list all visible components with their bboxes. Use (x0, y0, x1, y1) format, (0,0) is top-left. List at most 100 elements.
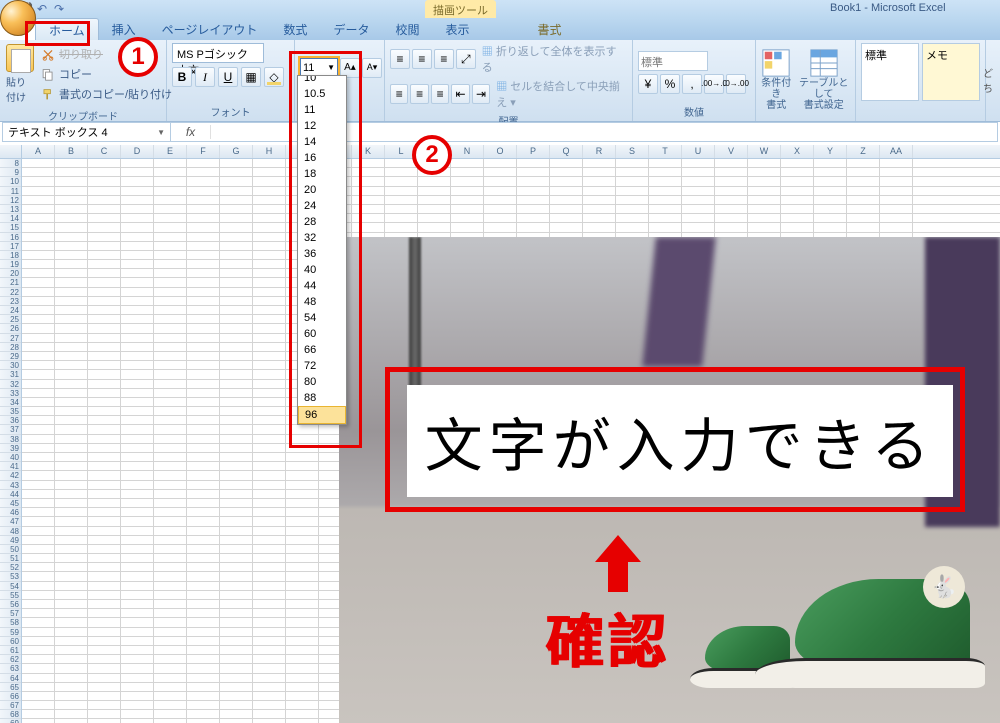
column-header[interactable]: T (649, 145, 682, 158)
undo-icon[interactable]: ↶ (35, 2, 49, 16)
column-header[interactable]: G (220, 145, 253, 158)
row-header[interactable]: 56 (0, 600, 21, 609)
row-header[interactable]: 25 (0, 315, 21, 324)
row-header[interactable]: 20 (0, 269, 21, 278)
fx-button[interactable]: fx (171, 125, 211, 139)
font-size-option[interactable]: 24 (298, 198, 346, 214)
cell-style-standard[interactable]: 標準 (861, 43, 919, 101)
row-header[interactable]: 65 (0, 683, 21, 692)
font-size-option[interactable]: 80 (298, 374, 346, 390)
row-header[interactable]: 8 (0, 159, 21, 168)
underline-button[interactable]: U (218, 67, 238, 87)
row-header[interactable]: 28 (0, 343, 21, 352)
column-header[interactable]: U (682, 145, 715, 158)
border-button[interactable]: ▦ (241, 67, 261, 87)
row-header[interactable]: 24 (0, 306, 21, 315)
column-header[interactable]: B (55, 145, 88, 158)
tab-format-context[interactable]: 書式 (524, 18, 574, 40)
row-header[interactable]: 59 (0, 628, 21, 637)
row-header[interactable]: 18 (0, 251, 21, 260)
column-header[interactable]: D (121, 145, 154, 158)
column-header[interactable]: F (187, 145, 220, 158)
conditional-format-button[interactable]: 条件付き 書式 (761, 48, 791, 111)
row-header[interactable]: 68 (0, 710, 21, 719)
column-header[interactable]: AA (880, 145, 913, 158)
column-header[interactable]: A (22, 145, 55, 158)
row-header[interactable]: 57 (0, 609, 21, 618)
row-header[interactable]: 27 (0, 334, 21, 343)
row-header[interactable]: 58 (0, 618, 21, 627)
align-top-button[interactable]: ≡ (390, 49, 410, 69)
row-header[interactable]: 39 (0, 444, 21, 453)
align-middle-button[interactable]: ≡ (412, 49, 432, 69)
tab-data[interactable]: データ (320, 18, 382, 40)
row-header[interactable]: 19 (0, 260, 21, 269)
font-size-option[interactable]: 66 (298, 342, 346, 358)
font-size-option[interactable]: 11 (298, 102, 346, 118)
font-size-option[interactable]: 72 (298, 358, 346, 374)
row-header[interactable]: 23 (0, 297, 21, 306)
align-left-button[interactable]: ≡ (390, 84, 408, 104)
row-header[interactable]: 62 (0, 655, 21, 664)
redo-icon[interactable]: ↷ (52, 2, 66, 16)
column-header[interactable]: N (451, 145, 484, 158)
font-size-option[interactable]: 20 (298, 182, 346, 198)
column-header[interactable]: O (484, 145, 517, 158)
percent-button[interactable]: % (660, 74, 680, 94)
align-bottom-button[interactable]: ≡ (434, 49, 454, 69)
paste-button[interactable]: 貼り付け (5, 43, 35, 105)
row-header[interactable]: 35 (0, 407, 21, 416)
row-header[interactable]: 53 (0, 572, 21, 581)
decrease-decimal-button[interactable]: .0→.00 (726, 74, 746, 94)
font-size-option[interactable]: 12 (298, 118, 346, 134)
format-as-table-button[interactable]: テーブルとして 書式設定 (797, 48, 850, 111)
row-header[interactable]: 14 (0, 214, 21, 223)
row-header[interactable]: 51 (0, 554, 21, 563)
row-header[interactable]: 10 (0, 177, 21, 186)
decrease-font-button[interactable]: A▾ (362, 58, 382, 78)
font-size-option[interactable]: 60 (298, 326, 346, 342)
font-size-option[interactable]: 48 (298, 294, 346, 310)
row-header[interactable]: 17 (0, 242, 21, 251)
row-header[interactable]: 50 (0, 545, 21, 554)
column-header[interactable]: X (781, 145, 814, 158)
row-header[interactable]: 29 (0, 352, 21, 361)
font-size-dropdown[interactable]: 891010.511121416182024283236404448546066… (297, 75, 347, 425)
column-header[interactable]: P (517, 145, 550, 158)
row-header[interactable]: 16 (0, 233, 21, 242)
row-header[interactable]: 52 (0, 563, 21, 572)
font-size-option[interactable]: 16 (298, 150, 346, 166)
font-name-combo[interactable]: MS Pゴシック 本文 (172, 43, 264, 63)
currency-button[interactable]: ¥ (638, 74, 658, 94)
tab-view[interactable]: 表示 (432, 18, 482, 40)
column-header[interactable]: C (88, 145, 121, 158)
font-size-option[interactable]: 40 (298, 262, 346, 278)
align-center-button[interactable]: ≡ (410, 84, 428, 104)
row-header[interactable]: 48 (0, 527, 21, 536)
row-header[interactable]: 9 (0, 168, 21, 177)
column-header[interactable]: V (715, 145, 748, 158)
font-size-option[interactable]: 32 (298, 230, 346, 246)
increase-indent-button[interactable]: ⇥ (472, 84, 490, 104)
row-header[interactable]: 21 (0, 278, 21, 287)
tab-page-layout[interactable]: ページレイアウト (149, 18, 271, 40)
font-size-option[interactable]: 18 (298, 166, 346, 182)
row-header[interactable]: 63 (0, 664, 21, 673)
row-header[interactable]: 31 (0, 370, 21, 379)
column-header[interactable]: S (616, 145, 649, 158)
tab-formulas[interactable]: 数式 (270, 18, 320, 40)
row-header[interactable]: 33 (0, 389, 21, 398)
format-painter-button[interactable]: 書式のコピー/貼り付け (41, 86, 172, 102)
cell-style-memo[interactable]: メモ (922, 43, 980, 101)
row-header[interactable]: 30 (0, 361, 21, 370)
row-header[interactable]: 60 (0, 637, 21, 646)
font-size-option[interactable]: 10 (298, 75, 346, 86)
row-header[interactable]: 69 (0, 719, 21, 723)
row-header[interactable]: 46 (0, 508, 21, 517)
row-header[interactable]: 32 (0, 380, 21, 389)
row-header[interactable]: 37 (0, 425, 21, 434)
align-right-button[interactable]: ≡ (431, 84, 449, 104)
increase-decimal-button[interactable]: .00→.0 (704, 74, 724, 94)
row-header[interactable]: 54 (0, 582, 21, 591)
fill-color-button[interactable]: ◇ (264, 67, 284, 87)
